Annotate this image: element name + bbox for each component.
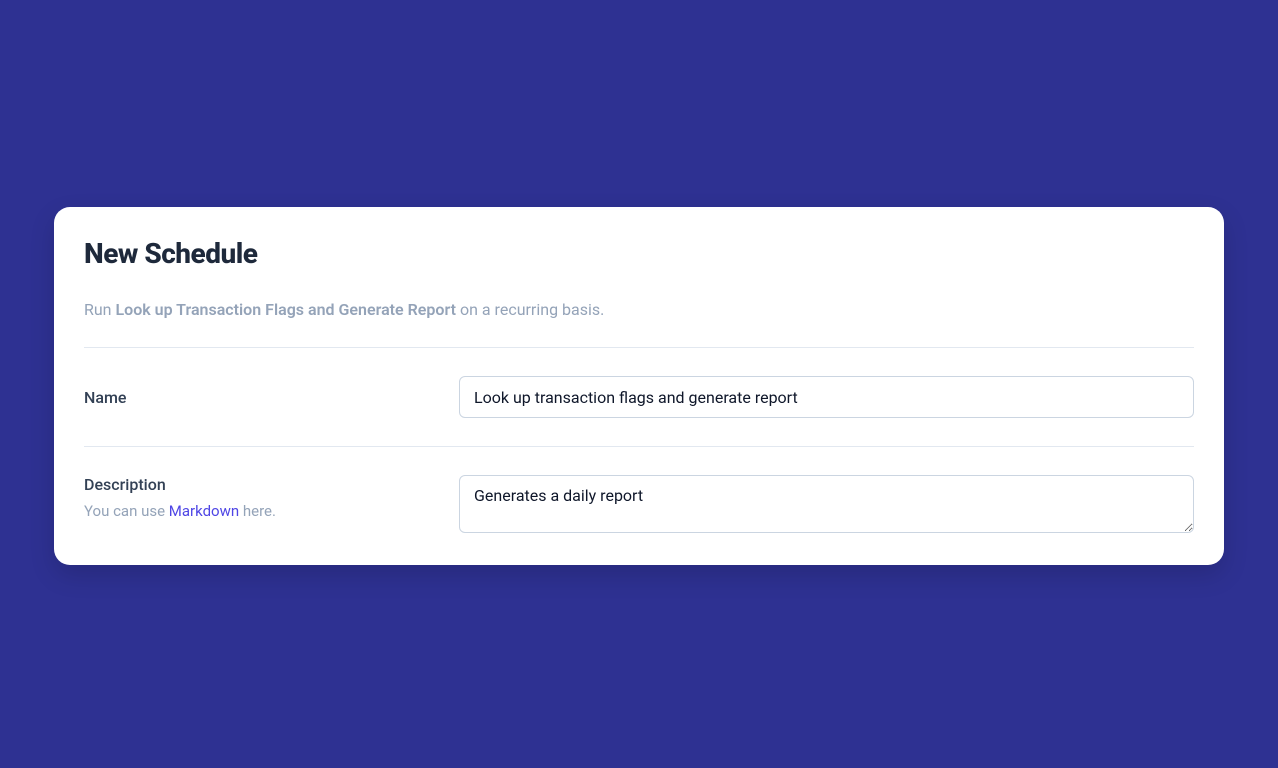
modal-title: New Schedule bbox=[84, 237, 1194, 270]
new-schedule-modal: New Schedule Run Look up Transaction Fla… bbox=[54, 207, 1224, 565]
subtitle-suffix: on a recurring basis. bbox=[456, 300, 604, 319]
name-input[interactable] bbox=[459, 376, 1194, 418]
form-row-name: Name bbox=[84, 348, 1194, 446]
subtitle-task-name: Look up Transaction Flags and Generate R… bbox=[115, 300, 456, 319]
modal-subtitle: Run Look up Transaction Flags and Genera… bbox=[84, 300, 1194, 347]
markdown-link[interactable]: Markdown bbox=[169, 502, 239, 520]
form-input-col bbox=[459, 475, 1194, 537]
hint-suffix: here. bbox=[239, 502, 276, 520]
hint-prefix: You can use bbox=[84, 502, 169, 520]
description-textarea[interactable] bbox=[459, 475, 1194, 533]
form-row-description: Description You can use Markdown here. bbox=[84, 447, 1194, 565]
name-label: Name bbox=[84, 388, 459, 407]
description-label: Description bbox=[84, 475, 459, 494]
form-label-col: Description You can use Markdown here. bbox=[84, 475, 459, 520]
form-input-col bbox=[459, 376, 1194, 418]
subtitle-prefix: Run bbox=[84, 300, 115, 319]
description-hint: You can use Markdown here. bbox=[84, 502, 459, 520]
form-label-col: Name bbox=[84, 388, 459, 407]
